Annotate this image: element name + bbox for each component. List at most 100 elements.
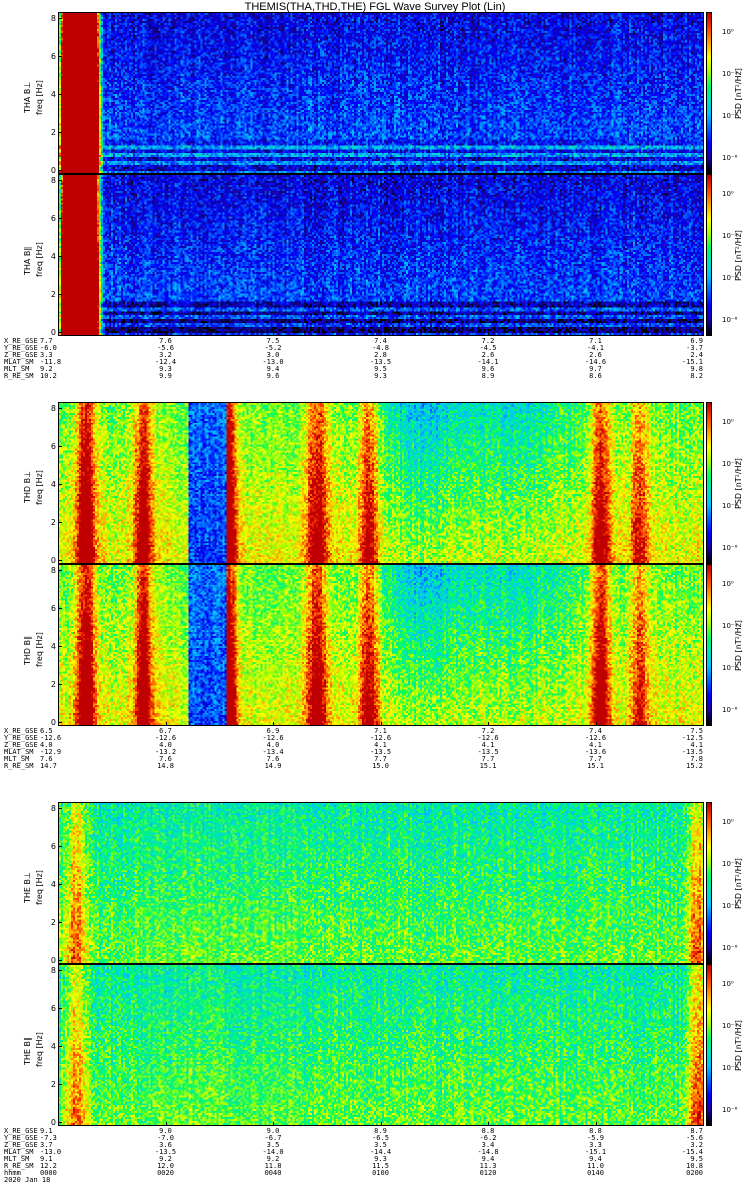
spectrogram-thd-bperp <box>58 402 704 564</box>
y-tick-label: 8 <box>50 14 56 23</box>
x-tick-mark <box>488 1122 489 1126</box>
panel-ylabel: THD B∥ <box>23 635 32 665</box>
y-tick-mark <box>58 170 62 171</box>
colorbar-unit-label: PSD [nT²/Hz] <box>734 1020 743 1071</box>
x-tick-mark <box>165 1122 167 1126</box>
y-tick-mark <box>58 18 62 19</box>
colorbar-tick-label: 10⁰ <box>722 418 734 426</box>
y-tick-label: 8 <box>50 966 56 975</box>
panel-yunit: freq [Hz] <box>35 632 44 667</box>
y-tick-label: 2 <box>50 518 56 527</box>
y-tick-mark <box>58 294 62 295</box>
spectrogram-the-bpar <box>58 964 704 1126</box>
orbit-value: 15.2 <box>686 762 703 770</box>
y-tick-mark <box>58 846 62 847</box>
y-tick-label: 6 <box>50 842 56 851</box>
y-tick-label: 2 <box>50 128 56 137</box>
y-tick-mark <box>58 960 62 961</box>
colorbar <box>706 564 712 726</box>
orbit-value: 9.3 <box>374 372 387 380</box>
y-tick-mark <box>58 560 62 561</box>
orbit-value: 15.1 <box>587 762 604 770</box>
orbit-row-r-re-sm: R_RE_SM 10.2 9.9 9.6 9.3 8.9 8.6 8.2 <box>0 373 750 380</box>
colorbar-tick-label: 10⁻⁶ <box>722 944 738 952</box>
y-tick-mark <box>58 608 62 609</box>
orbit-value: 15.1 <box>479 762 497 770</box>
y-tick-label: 2 <box>50 290 56 299</box>
colorbar-tick-label: 10⁻⁶ <box>722 154 738 162</box>
orbit-value: 14.9 <box>264 762 282 770</box>
colorbar <box>706 12 712 174</box>
x-tick-mark <box>703 1122 704 1126</box>
date-row: 2020 Jan 18 <box>0 1177 750 1184</box>
x-tick-mark <box>380 332 382 336</box>
colorbar-unit-label: PSD [nT²/Hz] <box>734 68 743 119</box>
y-tick-mark <box>58 94 62 95</box>
y-tick-label: 8 <box>50 176 56 185</box>
y-tick-label: 2 <box>50 680 56 689</box>
time-tick-label: 0100 <box>372 1169 389 1177</box>
y-tick-mark <box>58 484 62 485</box>
date-label: 2020 Jan 18 <box>4 1176 51 1184</box>
x-tick-mark <box>488 332 489 336</box>
x-tick-mark <box>273 1122 274 1126</box>
y-tick-mark <box>58 1084 62 1085</box>
y-tick-label: 6 <box>50 1004 56 1013</box>
y-tick-label: 0 <box>50 328 56 337</box>
y-tick-label: 4 <box>50 1042 56 1051</box>
x-tick-mark <box>58 722 59 726</box>
y-tick-mark <box>58 256 62 257</box>
panel-yunit: freq [Hz] <box>35 870 44 905</box>
y-tick-mark <box>58 884 62 885</box>
x-tick-mark <box>488 722 489 726</box>
y-tick-mark <box>58 1046 62 1047</box>
y-tick-label: 0 <box>50 956 56 965</box>
y-tick-label: 0 <box>50 1118 56 1127</box>
y-tick-label: 6 <box>50 52 56 61</box>
y-tick-label: 6 <box>50 604 56 613</box>
colorbar-tick-label: 10⁰ <box>722 580 734 588</box>
colorbar-tick-label: 10⁻⁶ <box>722 544 738 552</box>
colorbar-tick-label: 10⁰ <box>722 980 734 988</box>
panel-ylabel: THA B∥ <box>23 246 32 275</box>
colorbar <box>706 802 712 964</box>
panel-ylabel: THE B∥ <box>23 1037 32 1065</box>
y-tick-mark <box>58 56 62 57</box>
y-tick-label: 0 <box>50 166 56 175</box>
y-tick-label: 6 <box>50 442 56 451</box>
orbit-value: 9.9 <box>159 372 172 380</box>
orbit-row-label: R_RE_SM <box>4 372 34 380</box>
time-tick-label: 0040 <box>264 1169 282 1177</box>
x-tick-mark <box>703 722 704 726</box>
y-tick-label: 8 <box>50 566 56 575</box>
orbit-value: 8.9 <box>481 372 495 380</box>
time-tick-label: 0140 <box>587 1169 604 1177</box>
colorbar-unit-label: PSD [nT²/Hz] <box>734 858 743 909</box>
x-tick-mark <box>58 1122 59 1126</box>
panel-ylabel: THE B⊥ <box>23 872 32 903</box>
y-tick-mark <box>58 522 62 523</box>
y-tick-mark <box>58 970 62 971</box>
x-tick-mark <box>58 332 59 336</box>
y-tick-label: 6 <box>50 214 56 223</box>
colorbar-unit-label: PSD [nT²/Hz] <box>734 620 743 671</box>
y-tick-label: 8 <box>50 404 56 413</box>
x-tick-mark <box>273 722 274 726</box>
y-tick-mark <box>58 808 62 809</box>
time-tick-label: 0200 <box>686 1169 703 1177</box>
time-tick-label: 0020 <box>157 1169 174 1177</box>
panel-ylabel: THD B⊥ <box>23 470 32 503</box>
x-tick-mark <box>595 722 597 726</box>
orbit-value: 14.8 <box>157 762 174 770</box>
y-tick-label: 4 <box>50 642 56 651</box>
x-tick-mark <box>703 332 704 336</box>
orbit-value: 15.0 <box>372 762 389 770</box>
colorbar-tick-label: 10⁰ <box>722 818 734 826</box>
panel-yunit: freq [Hz] <box>35 80 44 115</box>
y-tick-mark <box>58 446 62 447</box>
orbit-row-label: R_RE_SM <box>4 762 34 770</box>
spectrogram-tha-bperp <box>58 12 704 174</box>
y-tick-label: 4 <box>50 480 56 489</box>
colorbar-tick-label: 10⁻⁶ <box>722 706 738 714</box>
orbit-value: 14.7 <box>40 762 57 770</box>
